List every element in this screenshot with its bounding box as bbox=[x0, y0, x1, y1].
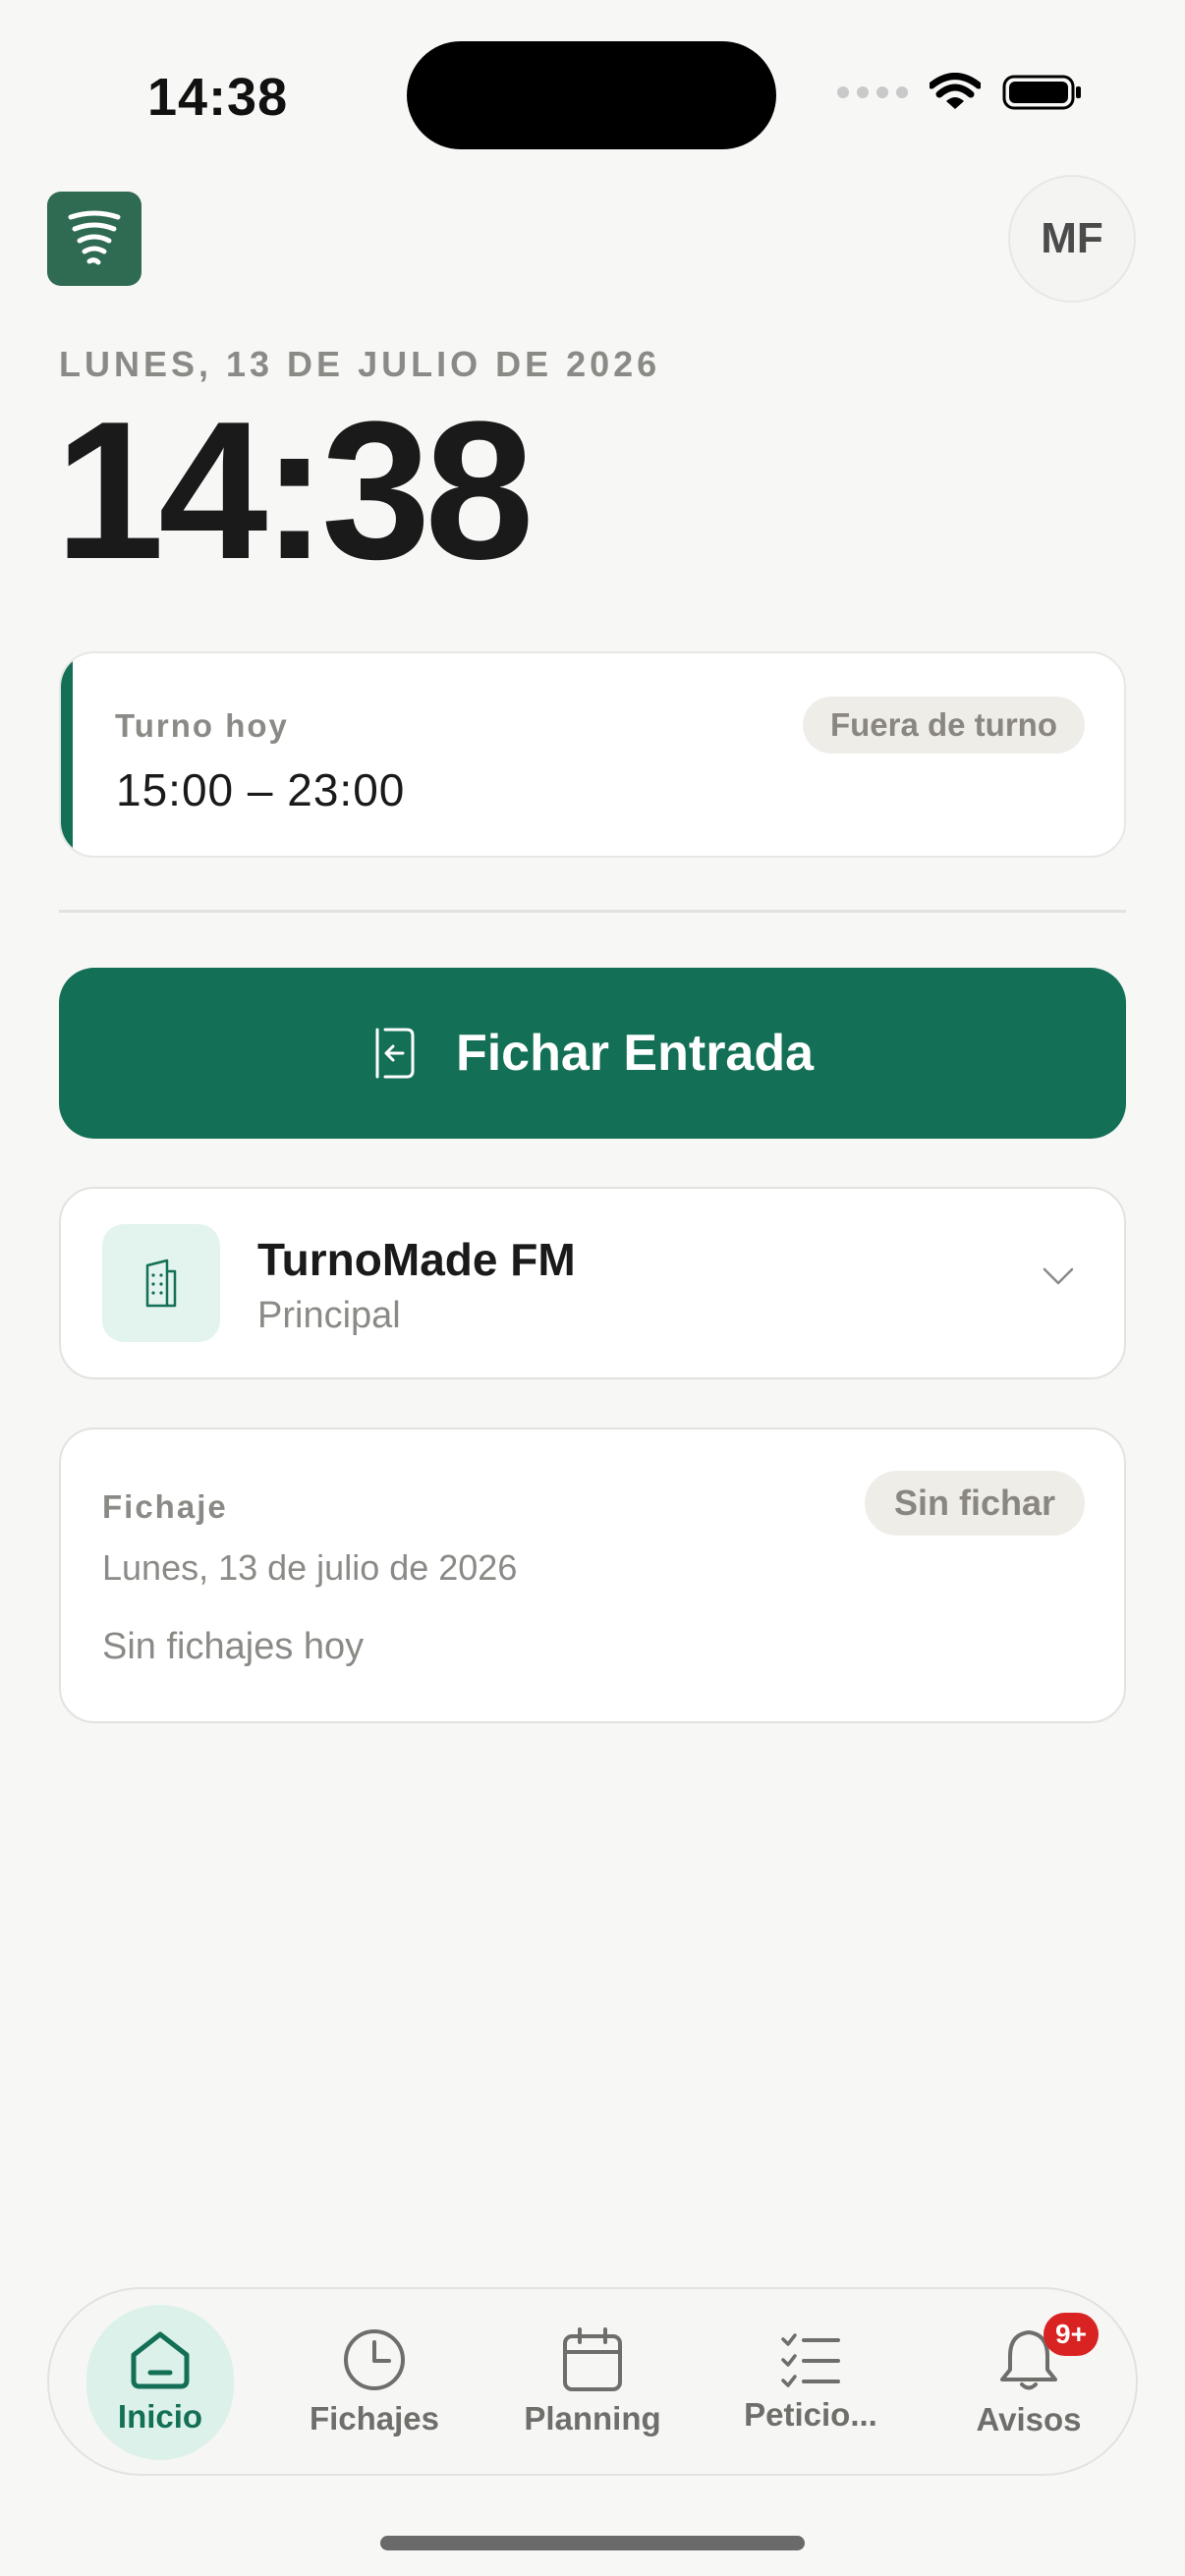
status-bar-time: 14:38 bbox=[147, 68, 289, 127]
clock-in-label: Fichar Entrada bbox=[455, 1025, 815, 1082]
notification-count-badge: 9+ bbox=[1044, 2313, 1099, 2356]
tab-label: Fichajes bbox=[309, 2400, 440, 2436]
tab-label: Avisos bbox=[976, 2401, 1082, 2437]
wifi-icon bbox=[930, 73, 981, 109]
home-icon bbox=[131, 2331, 190, 2389]
shift-today-card: Turno hoy 15:00 – 23:00 Fuera de turno bbox=[59, 651, 1126, 858]
checklist-icon bbox=[781, 2333, 840, 2387]
tab-avisos[interactable]: Avisos 9+ bbox=[955, 2305, 1102, 2460]
shift-label: Turno hoy bbox=[115, 707, 289, 744]
tab-inicio[interactable]: Inicio bbox=[86, 2305, 234, 2460]
clock-record-card: Fichaje Sin fichar Lunes, 13 de julio de… bbox=[59, 1428, 1126, 1723]
current-date: LUNES, 13 DE JULIO DE 2026 bbox=[59, 344, 661, 384]
cellular-signal-icon bbox=[837, 86, 908, 98]
record-date: Lunes, 13 de julio de 2026 bbox=[102, 1547, 518, 1588]
building-icon bbox=[145, 1259, 177, 1308]
company-selector[interactable]: TurnoMade FM Principal bbox=[59, 1187, 1126, 1379]
battery-icon bbox=[1002, 75, 1081, 110]
current-time-clock: 14:38 bbox=[55, 381, 535, 600]
shift-hours: 15:00 – 23:00 bbox=[116, 764, 406, 815]
tab-planning[interactable]: Planning bbox=[519, 2305, 666, 2460]
tornado-icon bbox=[68, 210, 121, 265]
divider bbox=[59, 910, 1126, 913]
record-empty-text: Sin fichajes hoy bbox=[102, 1626, 365, 1667]
chevron-down-icon bbox=[1043, 1267, 1074, 1285]
tab-fichajes[interactable]: Fichajes bbox=[301, 2305, 448, 2460]
app-logo bbox=[47, 192, 141, 286]
record-status-badge: Sin fichar bbox=[864, 1471, 1085, 1536]
company-icon-box bbox=[102, 1224, 220, 1342]
home-screen: 14:38 MF LUNES, 13 DE JULIO DE 2026 14:3… bbox=[0, 0, 1185, 2576]
shift-status-badge: Fuera de turno bbox=[802, 697, 1085, 754]
user-avatar[interactable]: MF bbox=[1008, 175, 1136, 303]
tab-label: Planning bbox=[524, 2400, 661, 2436]
company-name: TurnoMade FM bbox=[257, 1234, 576, 1285]
clock-icon bbox=[344, 2329, 405, 2390]
sign-in-icon bbox=[375, 1028, 415, 1079]
bottom-tab-bar: Inicio Fichajes Planning Peticio... Avis… bbox=[47, 2287, 1138, 2476]
status-bar-indicators bbox=[837, 73, 1083, 112]
tab-peticiones[interactable]: Peticio... bbox=[737, 2305, 884, 2460]
dynamic-island bbox=[407, 41, 776, 149]
record-title: Fichaje bbox=[102, 1488, 228, 1525]
tab-label: Peticio... bbox=[744, 2396, 877, 2433]
home-indicator[interactable] bbox=[380, 2536, 805, 2550]
company-location: Principal bbox=[257, 1295, 401, 1336]
calendar-icon bbox=[563, 2327, 622, 2391]
shift-accent-bar bbox=[61, 653, 73, 856]
clock-in-button[interactable]: Fichar Entrada bbox=[59, 968, 1126, 1139]
tab-label: Inicio bbox=[117, 2398, 203, 2435]
